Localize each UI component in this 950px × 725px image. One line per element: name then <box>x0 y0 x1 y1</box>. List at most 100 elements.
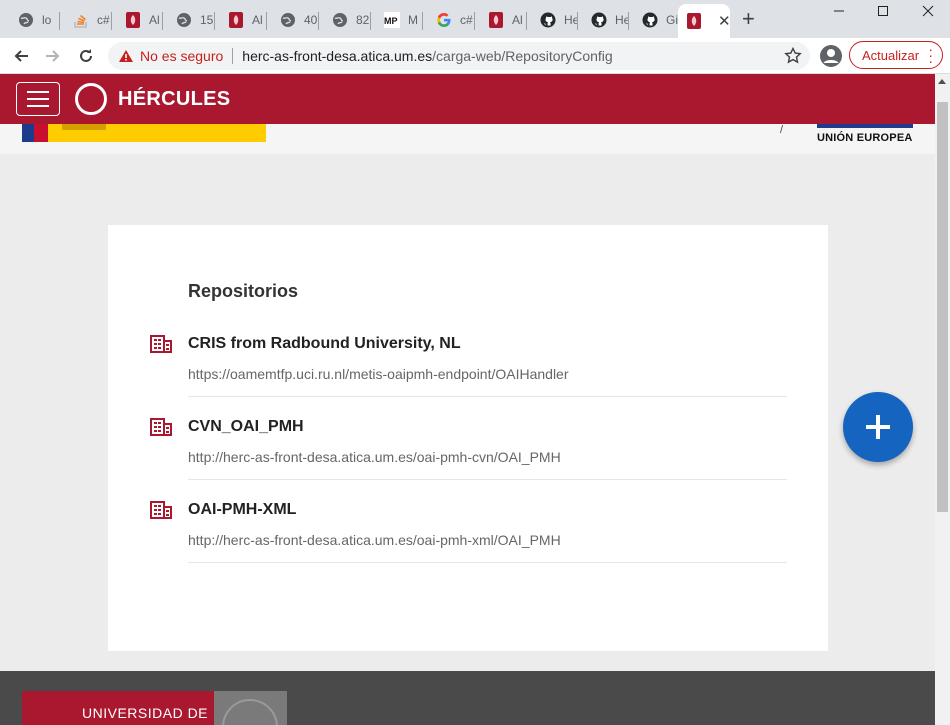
mp-icon: MP <box>384 12 400 28</box>
back-button[interactable] <box>8 43 34 69</box>
close-tab-icon[interactable]: ✕ <box>718 12 731 30</box>
building-icon <box>150 501 172 519</box>
close-window-button[interactable] <box>905 0 950 22</box>
hamburger-line <box>27 105 49 107</box>
building-icon <box>150 418 172 436</box>
scroll-up-arrow-icon[interactable] <box>938 79 946 84</box>
update-browser-button[interactable]: Actualizar · · · <box>849 41 943 69</box>
repository-url: https://oamemtfp.uci.ru.nl/metis-oaipmh-… <box>188 366 569 382</box>
repository-item[interactable]: OAI-PMH-XML http://herc-as-front-desa.at… <box>148 492 788 575</box>
tab-separator <box>628 12 629 30</box>
university-label: UNIVERSIDAD DE <box>82 705 209 721</box>
browser-tab[interactable]: 40 <box>268 6 318 34</box>
reload-icon <box>80 49 92 62</box>
tab-title: Al <box>512 13 523 27</box>
browser-tab[interactable]: 15 <box>164 6 214 34</box>
address-bar[interactable]: No es seguro herc-as-front-desa.atica.um… <box>108 42 810 70</box>
hercules-logo-icon[interactable] <box>75 83 107 115</box>
tab-separator <box>370 12 371 30</box>
um-icon <box>686 13 702 29</box>
divider <box>188 562 787 563</box>
tab-separator <box>266 12 267 30</box>
security-warning[interactable]: No es seguro <box>140 48 223 64</box>
browser-tab[interactable]: Al <box>476 6 526 34</box>
tab-title: 15 <box>200 13 214 27</box>
globe-icon <box>18 12 34 28</box>
app-name[interactable]: HÉRCULES <box>118 88 230 111</box>
maximize-button[interactable] <box>860 0 906 22</box>
um-icon <box>228 12 244 28</box>
plus-icon <box>866 415 890 439</box>
profile-avatar-icon[interactable] <box>818 43 844 69</box>
tab-separator <box>214 12 215 30</box>
reload-button[interactable] <box>73 43 99 69</box>
tab-title: Al <box>252 13 263 27</box>
repository-url: http://herc-as-front-desa.atica.um.es/oa… <box>188 449 561 465</box>
url-host: herc-as-front-desa.atica.um.es <box>242 48 433 64</box>
browser-tab[interactable]: MP M <box>372 6 422 34</box>
page-title: Repositorios <box>188 281 299 301</box>
repository-name[interactable]: CVN_OAI_PMH <box>188 418 304 436</box>
github-icon <box>642 12 658 28</box>
browser-tab[interactable]: Al <box>216 6 266 34</box>
page-scrollbar[interactable] <box>935 74 950 725</box>
building-icon <box>150 335 172 353</box>
coat-of-arms-icon <box>62 124 106 130</box>
browser-tab[interactable]: 82 <box>320 6 370 34</box>
tab-separator <box>526 12 527 30</box>
bookmark-star-icon[interactable] <box>784 46 802 68</box>
repositories-card: Repositorios CRIS from Radbound Universi… <box>108 225 828 651</box>
browser-tab[interactable]: lo <box>6 6 56 34</box>
tab-title: Al <box>149 13 160 27</box>
browser-tab[interactable]: c# <box>424 6 474 34</box>
url-path: /carga-web/RepositoryConfig <box>432 48 613 64</box>
divider <box>188 396 787 397</box>
repository-name[interactable]: CRIS from Radbound University, NL <box>188 335 461 353</box>
browser-tab[interactable]: He <box>579 6 629 34</box>
tab-separator <box>162 12 163 30</box>
warning-icon <box>119 50 133 62</box>
forward-button[interactable] <box>40 43 66 69</box>
repository-url: http://herc-as-front-desa.atica.um.es/oa… <box>188 532 561 548</box>
tab-title: lo <box>42 13 52 27</box>
stackoverflow-icon <box>73 12 89 28</box>
sponsor-logos-strip: / UNIÓN EUROPEA <box>0 124 935 154</box>
tab-separator <box>59 12 60 30</box>
scrollbar-thumb[interactable] <box>937 102 948 512</box>
browser-tab-bar: lo c# Al 15 Al 40 82 MP Mc# Al He He Gi ✕ + <box>0 0 950 38</box>
um-icon <box>488 12 504 28</box>
university-seal-icon <box>214 691 287 725</box>
tab-separator <box>422 12 423 30</box>
tab-separator <box>318 12 319 30</box>
browser-tab[interactable]: c# <box>61 6 111 34</box>
browser-tab-active[interactable]: ✕ <box>678 4 731 38</box>
browser-tab[interactable]: Al <box>113 6 163 34</box>
tab-title: 40 <box>304 13 318 27</box>
arrow-left-icon <box>14 50 28 62</box>
repository-name[interactable]: OAI-PMH-XML <box>188 501 296 519</box>
address-divider <box>232 48 234 64</box>
eu-flag-bar <box>817 124 913 128</box>
repository-item[interactable]: CVN_OAI_PMH http://herc-as-front-desa.at… <box>148 409 788 492</box>
um-icon <box>125 12 141 28</box>
hamburger-menu-button[interactable] <box>16 82 60 116</box>
update-label: Actualizar <box>862 47 920 63</box>
divider <box>188 479 787 480</box>
minimize-button[interactable] <box>816 0 862 22</box>
svg-text:MP: MP <box>384 16 398 26</box>
university-logo[interactable]: UNIVERSIDAD DE <box>22 691 214 725</box>
page-viewport: / UNIÓN EUROPEA HÉRCULES Repositorios CR… <box>0 74 935 725</box>
tab-title: M <box>408 13 418 27</box>
tab-separator <box>474 12 475 30</box>
flag-stripe-blue <box>22 124 34 142</box>
tab-title: c# <box>97 13 110 27</box>
browser-tab[interactable]: He <box>528 6 578 34</box>
browser-tab[interactable]: Gi <box>630 6 680 34</box>
hamburger-line <box>27 91 49 93</box>
logo-separator: / <box>780 124 784 136</box>
more-options-icon[interactable]: · · · <box>928 42 933 68</box>
new-tab-button[interactable]: + <box>742 8 755 30</box>
repository-item[interactable]: CRIS from Radbound University, NL https:… <box>148 326 788 409</box>
add-repository-button[interactable] <box>843 392 913 462</box>
google-icon <box>436 12 452 28</box>
